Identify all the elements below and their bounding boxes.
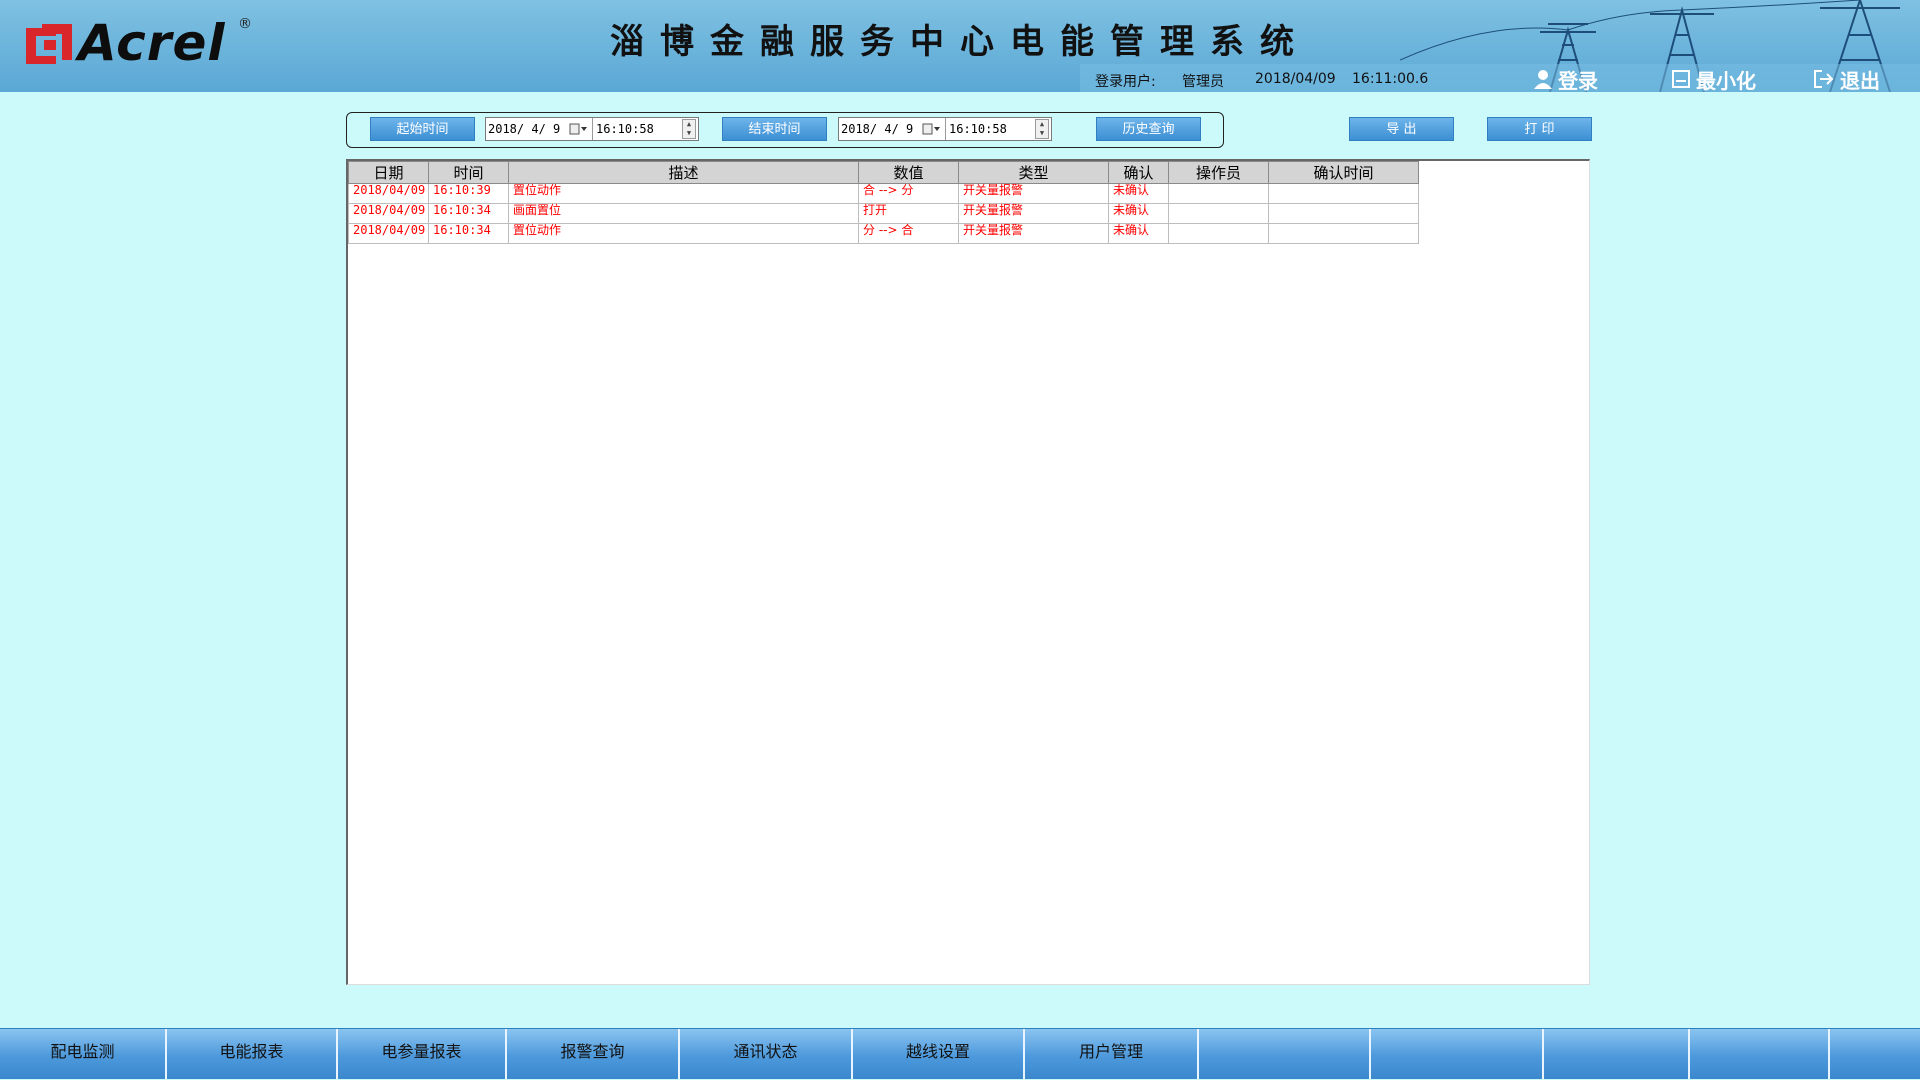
cell-value: 分 --> 合 <box>858 223 959 244</box>
minimize-button-label: 最小化 <box>1696 68 1756 93</box>
cell-description: 画面置位 <box>508 203 859 224</box>
spin-down-icon[interactable]: ▼ <box>1036 129 1048 138</box>
spin-up-icon[interactable]: ▲ <box>683 120 695 129</box>
event-table-panel: 日期 时间 描述 数值 类型 确认 操作员 确认时间 2018/04/09 16… <box>346 159 1590 985</box>
login-button[interactable]: 登录 <box>1534 66 1598 92</box>
column-header-confirm[interactable]: 确认 <box>1108 161 1169 184</box>
logo-text: Acrel <box>78 14 226 72</box>
minimize-icon <box>1672 70 1690 88</box>
cell-time: 16:10:34 <box>428 223 509 244</box>
start-time-value[interactable]: 16:10:58 <box>596 122 654 136</box>
cell-type: 开关量报警 <box>958 223 1109 244</box>
cell-confirm: 未确认 <box>1108 223 1169 244</box>
cell-date: 2018/04/09 <box>348 203 429 224</box>
table-header-row: 日期 时间 描述 数值 类型 确认 操作员 确认时间 <box>348 161 1419 184</box>
column-header-type[interactable]: 类型 <box>958 161 1109 184</box>
cell-confirm: 未确认 <box>1108 183 1169 204</box>
header-bar: Acrel ® 淄博金融服务中心电能管理系统 登录用户: 管理员 2018/04… <box>0 0 1920 92</box>
cell-confirm: 未确认 <box>1108 203 1169 224</box>
start-time-button[interactable]: 起始时间 <box>370 117 475 141</box>
user-icon <box>1534 70 1552 89</box>
login-user-name: 管理员 <box>1182 74 1224 90</box>
alarm-event-table: 日期 时间 描述 数值 类型 确认 操作员 确认时间 2018/04/09 16… <box>348 161 1419 244</box>
bottom-navigation: 配电监测 电能报表 电参量报表 报警查询 通讯状态 越线设置 用户管理 <box>0 1028 1920 1079</box>
nav-item-comm-status[interactable]: 通讯状态 <box>680 1029 853 1079</box>
column-header-operator[interactable]: 操作员 <box>1168 161 1269 184</box>
end-time-spinner[interactable]: ▲ ▼ <box>1035 119 1049 139</box>
start-date-value[interactable]: 2018/ 4/ 9 <box>488 122 560 136</box>
nav-item-empty[interactable] <box>1371 1029 1544 1079</box>
logout-icon <box>1814 70 1834 88</box>
acrel-logo: Acrel ® <box>26 14 266 74</box>
end-time-value[interactable]: 16:10:58 <box>949 122 1007 136</box>
start-time-spinner[interactable]: ▲ ▼ <box>682 119 696 139</box>
nav-item-energy-report[interactable]: 电能报表 <box>167 1029 338 1079</box>
cell-time: 16:10:34 <box>428 203 509 224</box>
nav-item-empty[interactable] <box>1199 1029 1371 1079</box>
nav-item-power-monitoring[interactable]: 配电监测 <box>0 1029 167 1079</box>
cell-time: 16:10:39 <box>428 183 509 204</box>
nav-item-alarm-query[interactable]: 报警查询 <box>507 1029 680 1079</box>
export-button[interactable]: 导 出 <box>1349 117 1454 141</box>
print-button[interactable]: 打 印 <box>1487 117 1592 141</box>
table-row[interactable]: 2018/04/09 16:10:39 置位动作 合 --> 分 开关量报警 未… <box>348 183 1419 204</box>
end-datetime-picker[interactable]: 2018/ 4/ 9 16:10:58 ▲ ▼ <box>838 117 1052 141</box>
cell-confirm-time <box>1268 183 1419 204</box>
spin-down-icon[interactable]: ▼ <box>683 129 695 138</box>
login-user-label: 登录用户: <box>1095 74 1156 90</box>
cell-description: 置位动作 <box>508 183 859 204</box>
cell-value: 打开 <box>858 203 959 224</box>
cell-confirm-time <box>1268 223 1419 244</box>
picker-divider <box>592 118 593 140</box>
login-button-label: 登录 <box>1558 68 1598 93</box>
calendar-dropdown-icon[interactable] <box>569 122 587 136</box>
cell-operator <box>1168 203 1269 224</box>
cell-type: 开关量报警 <box>958 203 1109 224</box>
spin-up-icon[interactable]: ▲ <box>1036 120 1048 129</box>
column-header-confirm-time[interactable]: 确认时间 <box>1268 161 1419 184</box>
cell-date: 2018/04/09 <box>348 223 429 244</box>
nav-item-limit-settings[interactable]: 越线设置 <box>853 1029 1025 1079</box>
cell-date: 2018/04/09 <box>348 183 429 204</box>
calendar-dropdown-icon[interactable] <box>922 122 940 136</box>
cell-operator <box>1168 223 1269 244</box>
minimize-button[interactable]: 最小化 <box>1672 66 1756 92</box>
nav-item-empty[interactable] <box>1830 1029 1920 1079</box>
column-header-value[interactable]: 数值 <box>858 161 959 184</box>
current-time: 16:11:00.6 <box>1352 71 1429 87</box>
nav-item-user-management[interactable]: 用户管理 <box>1025 1029 1199 1079</box>
column-header-date[interactable]: 日期 <box>348 161 429 184</box>
nav-item-parameter-report[interactable]: 电参量报表 <box>338 1029 507 1079</box>
registered-mark: ® <box>238 16 252 32</box>
cell-value: 合 --> 分 <box>858 183 959 204</box>
cell-operator <box>1168 183 1269 204</box>
system-title: 淄博金融服务中心电能管理系统 <box>610 22 1310 62</box>
logo-mark-icon <box>26 24 72 64</box>
current-date: 2018/04/09 <box>1255 71 1336 87</box>
nav-item-empty[interactable] <box>1690 1029 1830 1079</box>
start-datetime-picker[interactable]: 2018/ 4/ 9 16:10:58 ▲ ▼ <box>485 117 699 141</box>
nav-item-empty[interactable] <box>1544 1029 1690 1079</box>
end-time-button[interactable]: 结束时间 <box>722 117 827 141</box>
picker-divider <box>945 118 946 140</box>
logout-button-label: 退出 <box>1840 68 1880 93</box>
cell-description: 置位动作 <box>508 223 859 244</box>
logout-button[interactable]: 退出 <box>1814 66 1880 92</box>
column-header-description[interactable]: 描述 <box>508 161 859 184</box>
cell-type: 开关量报警 <box>958 183 1109 204</box>
table-row[interactable]: 2018/04/09 16:10:34 置位动作 分 --> 合 开关量报警 未… <box>348 223 1419 244</box>
history-query-button[interactable]: 历史查询 <box>1096 117 1201 141</box>
cell-confirm-time <box>1268 203 1419 224</box>
end-date-value[interactable]: 2018/ 4/ 9 <box>841 122 913 136</box>
table-row[interactable]: 2018/04/09 16:10:34 画面置位 打开 开关量报警 未确认 <box>348 203 1419 224</box>
column-header-time[interactable]: 时间 <box>428 161 509 184</box>
